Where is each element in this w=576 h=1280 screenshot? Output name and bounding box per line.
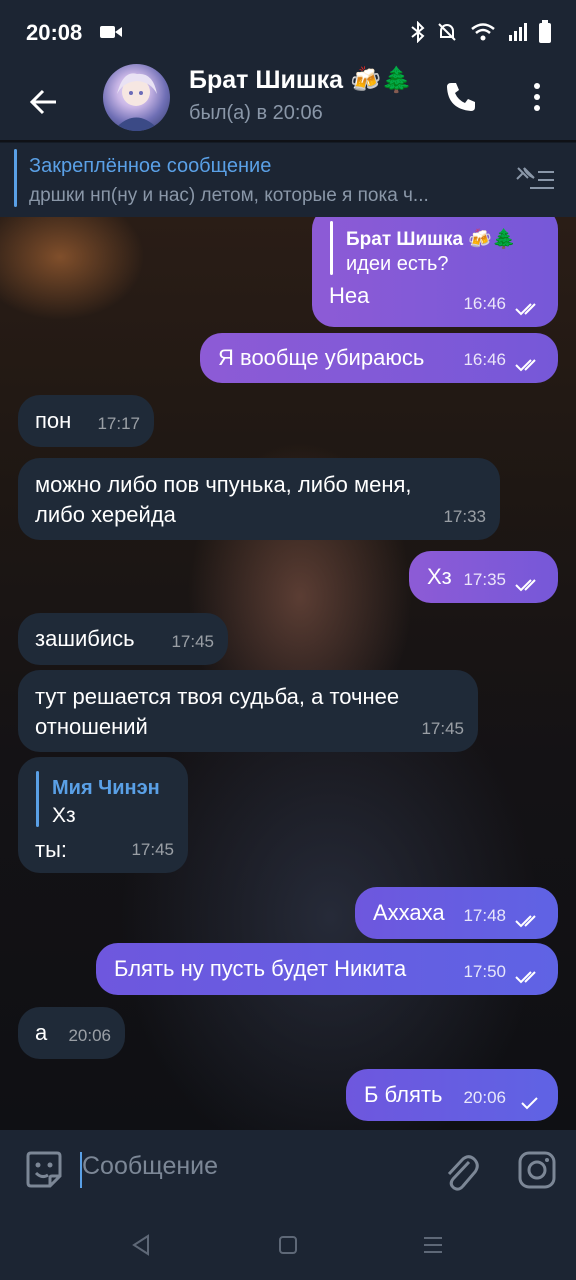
- double-check-icon: [515, 579, 536, 592]
- pinned-indicator: [14, 149, 17, 207]
- message-time: 17:50: [463, 962, 506, 981]
- phone-icon[interactable]: [444, 80, 478, 114]
- double-check-icon: [515, 303, 536, 316]
- message-bubble[interactable]: Хз 17:35: [409, 551, 558, 603]
- message-time: 17:45: [171, 632, 214, 651]
- status-bar: 20:08: [0, 0, 576, 62]
- avatar[interactable]: [103, 64, 170, 131]
- message-text-line-2: либо херейда: [35, 502, 176, 527]
- double-check-icon: [515, 971, 536, 984]
- last-seen-status: был(а) в 20:06: [189, 102, 323, 124]
- double-check-icon: [515, 915, 536, 928]
- message-input-bar: Сообщение: [0, 1130, 576, 1210]
- more-vert-icon[interactable]: [525, 80, 549, 114]
- battery-icon: [539, 20, 551, 43]
- single-check-icon: [521, 1097, 538, 1110]
- message-text: Неа: [329, 283, 370, 308]
- mute-icon: [438, 23, 456, 41]
- message-time: 20:06: [68, 1026, 111, 1045]
- message-time: 20:06: [463, 1088, 506, 1107]
- message-list[interactable]: Брат Шишка 🍻🌲 идеи есть? Неа 16:46 Я воо…: [0, 217, 576, 1130]
- message-text: Б блять: [364, 1082, 443, 1107]
- message-input[interactable]: Сообщение: [82, 1152, 218, 1181]
- system-navigation-bar: [0, 1210, 576, 1280]
- chat-header: Брат Шишка 🍻🌲 был(а) в 20:06: [0, 62, 576, 140]
- message-text: Аххаха: [373, 900, 445, 925]
- message-bubble[interactable]: Брат Шишка 🍻🌲 идеи есть? Неа 16:46: [312, 217, 558, 327]
- nav-home-icon[interactable]: [278, 1235, 298, 1255]
- pinned-label: Закреплённое сообщение: [29, 155, 272, 177]
- reply-text: идеи есть?: [346, 253, 449, 275]
- reply-author: Мия Чинэн: [52, 777, 160, 799]
- reply-bar: [36, 771, 39, 827]
- pinned-message-bar[interactable]: Закреплённое сообщение дршки нп(ну и нас…: [0, 142, 576, 217]
- message-time: 17:17: [97, 414, 140, 433]
- video-record-icon: [100, 26, 122, 38]
- bluetooth-icon: [411, 21, 425, 43]
- pin-list-icon[interactable]: [514, 164, 556, 194]
- message-bubble[interactable]: можно либо пов чпунька, либо меня, либо …: [18, 458, 500, 540]
- message-time: 16:46: [463, 294, 506, 313]
- message-bubble[interactable]: Мия Чинэн Хз ты: 17:45: [18, 757, 188, 873]
- message-time: 17:35: [463, 570, 506, 589]
- nav-back-icon[interactable]: [130, 1234, 152, 1256]
- message-text: Хз: [427, 564, 452, 589]
- signal-icon: [509, 23, 527, 41]
- message-text: а: [35, 1020, 48, 1045]
- chat-title[interactable]: Брат Шишка 🍻🌲: [189, 66, 412, 95]
- message-text: Блять ну пусть будет Никита: [114, 956, 407, 981]
- message-bubble[interactable]: тут решается твоя судьба, а точнее отнош…: [18, 670, 478, 752]
- wifi-icon: [471, 23, 495, 41]
- message-text: ты:: [35, 837, 68, 862]
- reply-bar: [330, 221, 333, 275]
- message-bubble[interactable]: Блять ну пусть будет Никита 17:50: [96, 943, 558, 995]
- message-text: зашибись: [35, 626, 135, 651]
- message-text-line-1: можно либо пов чпунька, либо меня,: [35, 472, 412, 497]
- message-text: Я вообще убираюсь: [218, 345, 425, 370]
- message-time: 17:48: [463, 906, 506, 925]
- nav-recent-icon[interactable]: [423, 1236, 443, 1254]
- message-time: 17:33: [443, 507, 486, 526]
- message-text-line-1: тут решается твоя судьба, а точнее: [35, 684, 400, 709]
- message-text-line-2: отношений: [35, 714, 148, 739]
- double-check-icon: [515, 359, 536, 372]
- camera-icon[interactable]: [517, 1150, 557, 1190]
- status-time: 20:08: [26, 20, 83, 45]
- attach-icon[interactable]: [443, 1152, 479, 1192]
- message-time: 16:46: [463, 350, 506, 369]
- message-text: пон: [35, 408, 72, 433]
- message-bubble[interactable]: Аххаха 17:48: [355, 887, 558, 939]
- back-arrow-icon[interactable]: [24, 82, 64, 122]
- message-time: 17:45: [131, 840, 174, 859]
- message-bubble[interactable]: зашибись 17:45: [18, 613, 228, 665]
- message-bubble[interactable]: Б блять 20:06: [346, 1069, 558, 1121]
- message-time: 17:45: [421, 719, 464, 738]
- message-bubble[interactable]: а 20:06: [18, 1007, 125, 1059]
- message-bubble[interactable]: пон 17:17: [18, 395, 154, 447]
- message-bubble[interactable]: Я вообще убираюсь 16:46: [200, 333, 558, 383]
- reply-text: Хз: [52, 804, 76, 827]
- pinned-text: дршки нп(ну и нас) летом, которые я пока…: [29, 185, 429, 206]
- sticker-icon[interactable]: [24, 1150, 64, 1190]
